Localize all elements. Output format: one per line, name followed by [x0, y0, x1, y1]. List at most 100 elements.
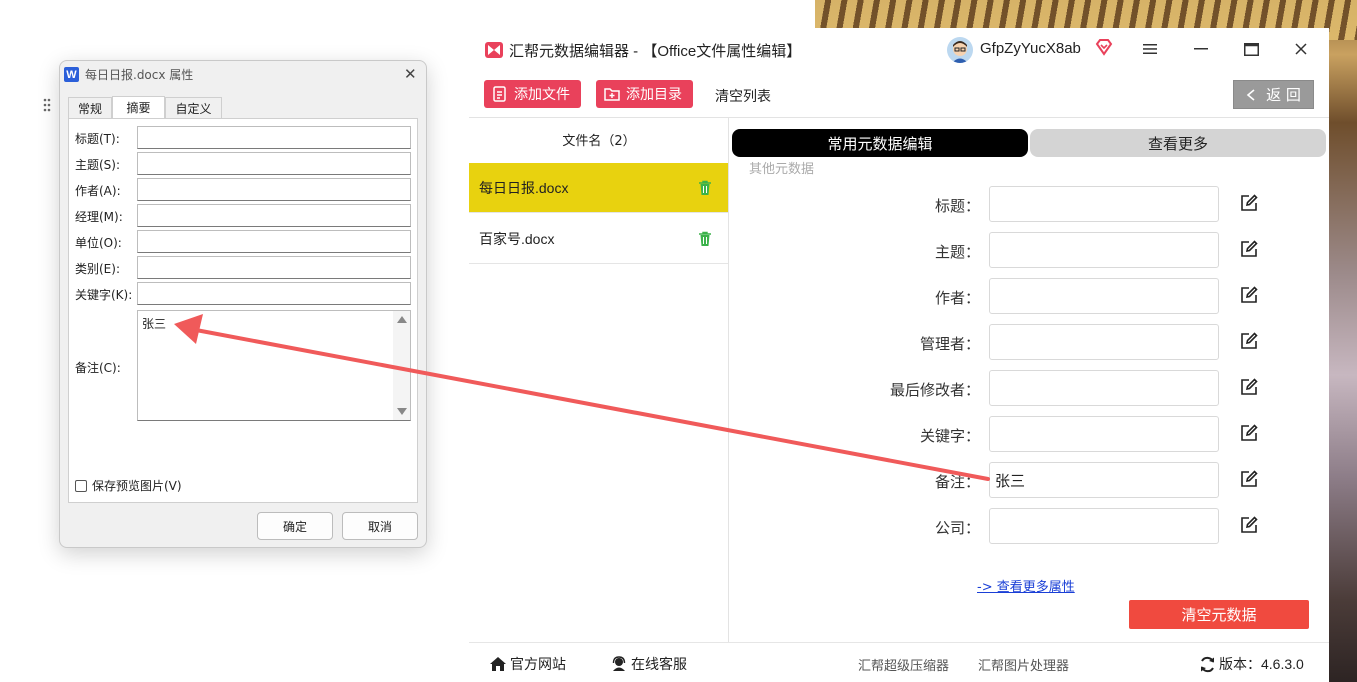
dialog-title-input[interactable] — [137, 126, 411, 149]
checkbox-icon[interactable] — [75, 479, 87, 492]
menu-icon[interactable] — [1139, 38, 1161, 60]
ok-button[interactable]: 确定 — [257, 512, 333, 540]
field-title: 标题： — [730, 186, 1329, 222]
edit-icon[interactable] — [1240, 516, 1258, 534]
file-list-panel: 文件名（2） 每日日报.docx 百家号.docx — [469, 118, 729, 642]
word-icon: W — [64, 67, 79, 82]
tab-view-more[interactable]: 查看更多 — [1030, 129, 1326, 157]
image-tool-link[interactable]: 汇帮图片处理器 — [978, 655, 1069, 674]
author-input[interactable] — [989, 278, 1219, 314]
edit-icon[interactable] — [1240, 240, 1258, 258]
cancel-button[interactable]: 取消 — [342, 512, 418, 540]
headset-icon — [612, 656, 626, 671]
field-label: 主题： — [934, 244, 980, 261]
dialog-comments-value: 张三 — [142, 317, 167, 331]
dialog-field-author: 作者(A): — [69, 178, 419, 201]
dialog-comments-label: 备注(C): — [75, 361, 121, 375]
clear-list-button[interactable]: 清空列表 — [715, 86, 771, 106]
trash-icon[interactable] — [698, 231, 712, 247]
field-label: 公司： — [934, 520, 980, 537]
compressor-link[interactable]: 汇帮超级压缩器 — [858, 655, 949, 674]
dialog-comments-scrollbar[interactable] — [393, 311, 410, 420]
field-subject: 主题： — [730, 232, 1329, 268]
field-label: 关键字： — [919, 428, 980, 445]
metadata-panel: 常用元数据编辑 查看更多 其他元数据 标题： 主题： 作者： 管理者： 最后修改… — [730, 118, 1329, 642]
tab-summary[interactable]: 摘要 — [112, 96, 165, 118]
dialog-close-icon[interactable]: ✕ — [404, 65, 417, 83]
title-bar: 汇帮元数据编辑器 - 【Office文件属性编辑】 GfpZyYucX8ab — [469, 28, 1329, 72]
company-input[interactable] — [989, 508, 1219, 544]
dialog-field-label: 作者(A): — [75, 184, 121, 198]
edit-icon[interactable] — [1240, 424, 1258, 442]
subject-input[interactable] — [989, 232, 1219, 268]
version-label: 版本：4.6.3.0 — [1219, 656, 1304, 672]
field-label: 备注： — [934, 474, 980, 491]
online-support-label: 在线客服 — [631, 656, 687, 672]
dialog-company-input[interactable] — [137, 230, 411, 253]
clear-metadata-button[interactable]: 清空元数据 — [1129, 600, 1309, 629]
field-keywords: 关键字： — [730, 416, 1329, 452]
manager-input[interactable] — [989, 324, 1219, 360]
dialog-field-category: 类别(E): — [69, 256, 419, 279]
comments-input[interactable] — [989, 462, 1219, 498]
tab-custom[interactable]: 自定义 — [165, 97, 222, 118]
dialog-field-label: 单位(O): — [75, 236, 122, 250]
add-folder-label: 添加目录 — [626, 86, 682, 102]
dialog-manager-input[interactable] — [137, 204, 411, 227]
dialog-comments-textarea[interactable]: 张三 — [137, 310, 411, 421]
field-label: 标题： — [934, 198, 980, 215]
edit-icon[interactable] — [1240, 286, 1258, 304]
dialog-field-company: 单位(O): — [69, 230, 419, 253]
dialog-subject-input[interactable] — [137, 152, 411, 175]
file-row[interactable]: 百家号.docx — [469, 214, 728, 264]
add-folder-icon — [604, 88, 620, 101]
drag-handle-icon[interactable] — [43, 98, 51, 112]
field-author: 作者： — [730, 278, 1329, 314]
scroll-down-icon[interactable] — [397, 408, 407, 415]
tab-common-metadata[interactable]: 常用元数据编辑 — [732, 129, 1028, 157]
last-modified-by-input[interactable] — [989, 370, 1219, 406]
edit-icon[interactable] — [1240, 332, 1258, 350]
version-info[interactable]: 版本：4.6.3.0 — [1199, 654, 1304, 674]
field-manager: 管理者： — [730, 324, 1329, 360]
dialog-field-label: 主题(S): — [75, 158, 121, 172]
dialog-category-input[interactable] — [137, 256, 411, 279]
field-comments: 备注： — [730, 462, 1329, 498]
dialog-field-manager: 经理(M): — [69, 204, 419, 227]
field-company: 公司： — [730, 508, 1329, 544]
chevron-left-icon — [1246, 88, 1255, 101]
dialog-field-label: 关键字(K): — [75, 288, 133, 302]
back-button[interactable]: 返 回 — [1233, 80, 1314, 109]
edit-icon[interactable] — [1240, 470, 1258, 488]
tab-general[interactable]: 常规 — [68, 97, 112, 118]
file-row[interactable]: 每日日报.docx — [469, 163, 728, 213]
online-support-link[interactable]: 在线客服 — [610, 654, 687, 674]
title-input[interactable] — [989, 186, 1219, 222]
minimize-icon[interactable] — [1190, 38, 1212, 60]
edit-icon[interactable] — [1240, 194, 1258, 212]
dialog-field-title: 标题(T): — [69, 126, 419, 149]
add-file-label: 添加文件 — [514, 86, 570, 102]
dialog-field-label: 类别(E): — [75, 262, 120, 276]
scroll-up-icon[interactable] — [397, 316, 407, 323]
keywords-input[interactable] — [989, 416, 1219, 452]
field-label: 最后修改者： — [889, 382, 980, 399]
dialog-keywords-input[interactable] — [137, 282, 411, 305]
add-folder-button[interactable]: 添加目录 — [596, 80, 693, 108]
edit-icon[interactable] — [1240, 378, 1258, 396]
add-file-button[interactable]: 添加文件 — [484, 80, 581, 108]
save-preview-checkbox[interactable]: 保存预览图片(V) — [75, 477, 182, 494]
metadata-editor-window: 汇帮元数据编辑器 - 【Office文件属性编辑】 GfpZyYucX8ab 添… — [469, 28, 1329, 682]
toolbar: 添加文件 添加目录 清空列表 返 回 — [469, 72, 1329, 118]
other-metadata-label[interactable]: 其他元数据 — [749, 158, 814, 177]
view-more-properties-link[interactable]: -> 查看更多属性 — [977, 576, 1075, 595]
maximize-icon[interactable] — [1240, 38, 1262, 60]
close-icon[interactable] — [1290, 38, 1312, 60]
dialog-author-input[interactable] — [137, 178, 411, 201]
vip-diamond-icon[interactable] — [1095, 38, 1113, 56]
trash-icon[interactable] — [698, 180, 712, 196]
user-avatar[interactable] — [947, 37, 973, 63]
official-website-link[interactable]: 官方网站 — [489, 654, 566, 674]
file-name: 每日日报.docx — [479, 179, 569, 196]
field-label: 管理者： — [919, 336, 980, 353]
